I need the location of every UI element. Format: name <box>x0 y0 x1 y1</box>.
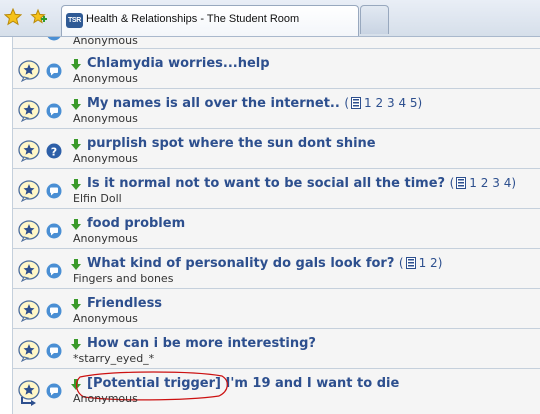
browser-tab-active[interactable]: TSR Health & Relationships - The Student… <box>61 5 359 36</box>
thread-list: Anonymous Chlamydia worries...help Anony… <box>12 37 540 414</box>
discussion-bubble-icon <box>46 63 62 79</box>
page-link[interactable]: 5 <box>410 96 418 110</box>
go-to-new-post-arrow-icon[interactable] <box>71 299 81 311</box>
thread-author[interactable]: Anonymous <box>73 232 138 245</box>
thread-row: ? purplish spot where the sun dont shine… <box>13 129 540 169</box>
thread-author[interactable]: Anonymous <box>73 37 138 47</box>
thread-status-bubble-icon <box>18 300 40 322</box>
thread-title-line: My names is all over the internet.. (1 2… <box>87 96 422 111</box>
thread-row: Is it normal not to want to be social al… <box>13 169 540 209</box>
page-link[interactable]: 1 <box>419 256 427 270</box>
go-to-new-post-arrow-icon[interactable] <box>71 219 81 231</box>
tab-title: Health & Relationships - The Student Roo… <box>86 13 300 25</box>
thread-row: Chlamydia worries...help Anonymous <box>13 49 540 89</box>
thread-pages: (1 2 3 4) <box>449 176 517 190</box>
thread-title[interactable]: purplish spot where the sun dont shine <box>87 136 376 151</box>
svg-text:?: ? <box>51 145 57 158</box>
question-icon: ? <box>46 143 62 159</box>
page-link[interactable]: 2 <box>481 176 489 190</box>
thread-author[interactable]: *starry_eyed_* <box>73 352 154 365</box>
discussion-bubble-icon <box>46 343 62 359</box>
thread-title-line: What kind of personality do gals look fo… <box>87 256 442 271</box>
thread-status-bubble-icon <box>18 220 40 242</box>
go-to-new-post-arrow-icon[interactable] <box>71 59 81 71</box>
thread-pages: (1 2) <box>398 256 443 270</box>
thread-title[interactable]: Is it normal not to want to be social al… <box>87 176 445 191</box>
discussion-bubble-icon <box>46 303 62 319</box>
thread-title[interactable]: What kind of personality do gals look fo… <box>87 256 394 271</box>
page-link[interactable]: 2 <box>376 96 384 110</box>
thread-status-bubble-icon <box>18 340 40 362</box>
favorites-star-icon[interactable] <box>4 8 22 26</box>
go-to-new-post-arrow-icon[interactable] <box>71 99 81 111</box>
page-link[interactable]: 3 <box>492 176 500 190</box>
go-to-new-post-arrow-icon[interactable] <box>71 139 81 151</box>
thread-author[interactable]: Anonymous <box>73 152 138 165</box>
thread-status-bubble-icon <box>18 180 40 202</box>
discussion-bubble-icon <box>46 223 62 239</box>
thread-author[interactable]: Anonymous <box>73 112 138 125</box>
thread-title[interactable]: My names is all over the internet.. <box>87 96 340 111</box>
page-link[interactable]: 1 <box>469 176 477 190</box>
page-link[interactable]: 1 <box>364 96 372 110</box>
multi-page-icon <box>405 257 416 269</box>
thread-row: My names is all over the internet.. (1 2… <box>13 89 540 129</box>
page-link[interactable]: 4 <box>398 96 406 110</box>
tsr-logo-icon: TSR <box>66 13 83 28</box>
thread-title[interactable]: food problem <box>87 216 185 231</box>
discussion-bubble-icon <box>46 103 62 119</box>
thread-author[interactable]: Elfin Doll <box>73 192 122 205</box>
thread-pages: (1 2 3 4 5) <box>344 96 423 110</box>
thread-status-bubble-icon <box>18 100 40 122</box>
go-to-new-post-arrow-icon[interactable] <box>71 179 81 191</box>
thread-row: food problem Anonymous <box>13 209 540 249</box>
thread-title[interactable]: Chlamydia worries...help <box>87 56 270 71</box>
thread-row: [Potential trigger] I'm 19 and I want to… <box>13 369 540 414</box>
new-tab-button[interactable] <box>360 5 389 34</box>
page-link[interactable]: 2 <box>430 256 438 270</box>
browser-tab-bar: TSR Health & Relationships - The Student… <box>0 0 540 37</box>
page-link[interactable]: 4 <box>504 176 512 190</box>
thread-author[interactable]: Anonymous <box>73 312 138 325</box>
thread-status-bubble-arrow-icon <box>18 380 40 406</box>
thread-author[interactable]: Anonymous <box>73 72 138 85</box>
thread-row: Friendless Anonymous <box>13 289 540 329</box>
add-favorite-icon[interactable] <box>30 8 48 26</box>
multi-page-icon <box>456 177 467 189</box>
thread-row: How can i be more interesting? *starry_e… <box>13 329 540 369</box>
thread-title-line: Is it normal not to want to be social al… <box>87 176 516 191</box>
thread-status-bubble-icon <box>18 140 40 162</box>
thread-title[interactable]: Friendless <box>87 296 162 311</box>
page-link[interactable]: 3 <box>387 96 395 110</box>
go-to-new-post-arrow-icon[interactable] <box>71 259 81 271</box>
thread-row: Anonymous <box>13 37 540 49</box>
go-to-new-post-arrow-icon[interactable] <box>71 339 81 351</box>
discussion-bubble-icon <box>46 263 62 279</box>
thread-author[interactable]: Anonymous <box>73 392 138 405</box>
thread-title[interactable]: I'm 19 and I want to die <box>226 376 400 391</box>
thread-row: What kind of personality do gals look fo… <box>13 249 540 289</box>
discussion-bubble-icon <box>47 37 61 41</box>
thread-author[interactable]: Fingers and bones <box>73 272 173 285</box>
discussion-bubble-icon <box>46 183 62 199</box>
discussion-bubble-icon <box>46 383 62 399</box>
thread-status-bubble-icon <box>18 260 40 282</box>
thread-title[interactable]: How can i be more interesting? <box>87 336 316 351</box>
thread-status-bubble-icon <box>18 60 40 82</box>
multi-page-icon <box>351 97 362 109</box>
